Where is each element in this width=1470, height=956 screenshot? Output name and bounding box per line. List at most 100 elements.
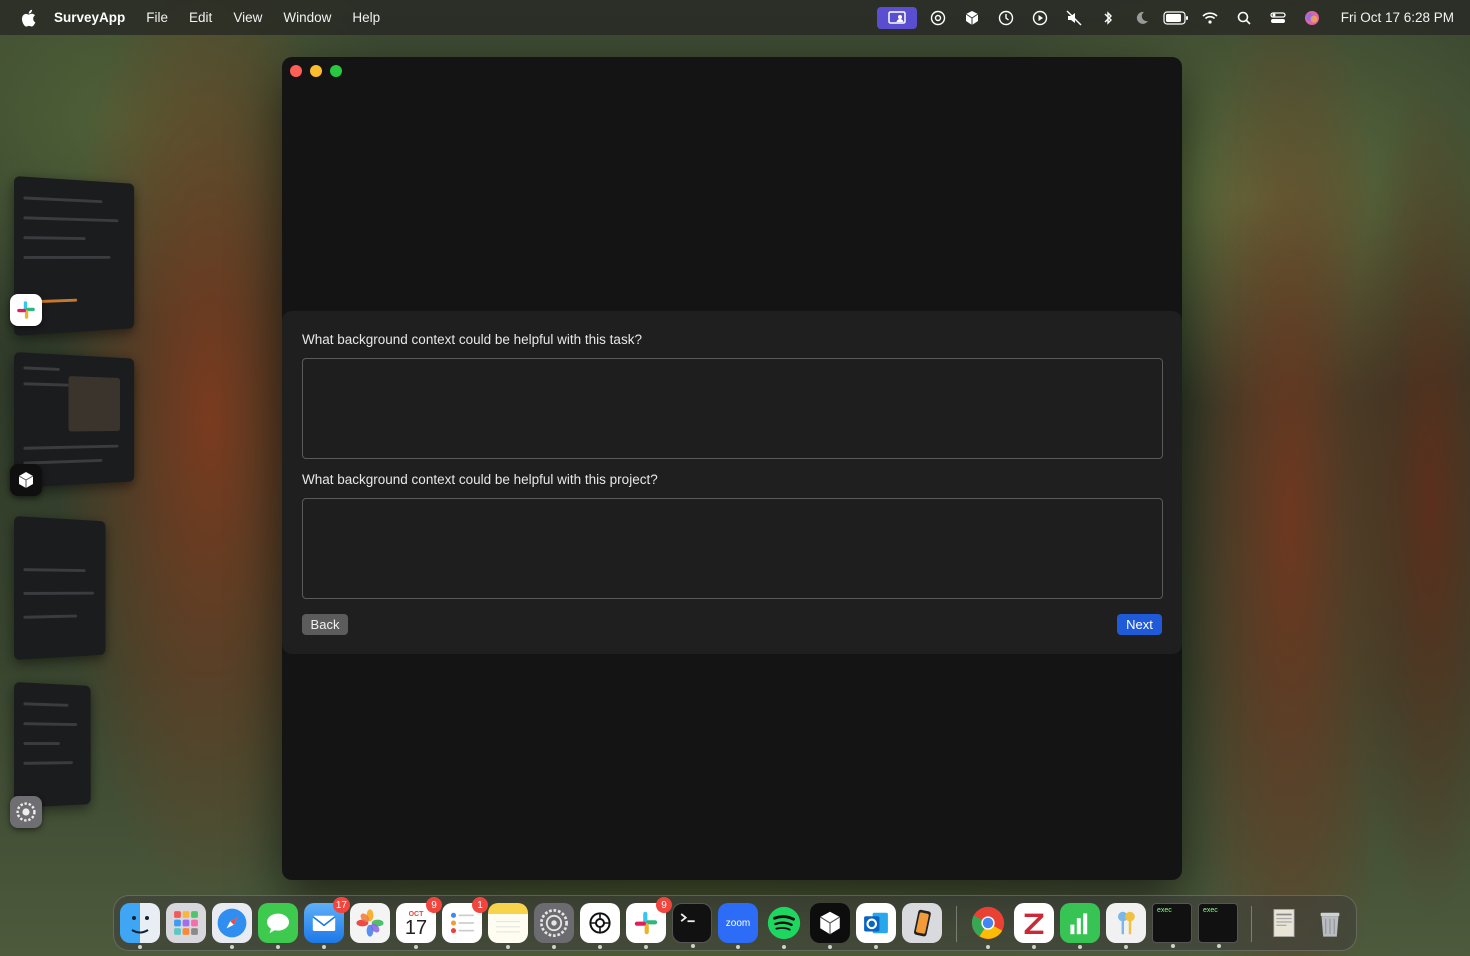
zoom-icon: zoom <box>725 917 751 929</box>
dock-item-documents[interactable] <box>1264 903 1304 943</box>
zoom-window-button[interactable] <box>330 65 342 77</box>
stage-thumbnail-dark-window[interactable] <box>14 516 106 660</box>
dock-item-messages[interactable] <box>258 903 298 949</box>
time-machine-icon[interactable] <box>989 7 1023 29</box>
running-indicator <box>138 945 142 949</box>
menu-file[interactable]: File <box>146 10 168 25</box>
exec-icon: exec <box>1203 907 1218 914</box>
search-icon[interactable] <box>1227 7 1261 29</box>
menu-view[interactable]: View <box>233 10 262 25</box>
answer-project-textarea[interactable] <box>302 498 1163 599</box>
minimize-window-button[interactable] <box>310 65 322 77</box>
survey-panel: What background context could be helpful… <box>282 311 1182 654</box>
running-indicator <box>874 945 878 949</box>
dock-item-spotify[interactable] <box>764 903 804 949</box>
cube-app-icon[interactable] <box>10 464 42 496</box>
play-circle-icon[interactable] <box>1023 7 1057 29</box>
back-button[interactable]: Back <box>302 614 348 635</box>
running-indicator <box>644 945 648 949</box>
dock-item-launchpad[interactable] <box>166 903 206 943</box>
cube-icon <box>819 911 841 935</box>
next-button[interactable]: Next <box>1117 614 1162 635</box>
dock-item-cube-app[interactable] <box>810 903 850 949</box>
dock-separator <box>1251 906 1252 942</box>
window-controls <box>290 65 342 77</box>
finder-icon <box>131 916 149 934</box>
menu-help[interactable]: Help <box>352 10 380 25</box>
dock-item-chatgpt[interactable] <box>580 903 620 949</box>
openai-icon[interactable] <box>921 7 955 29</box>
menu-bar: SurveyApp File Edit View Window Help Fri… <box>0 0 1470 35</box>
dock-separator <box>956 906 957 942</box>
running-indicator <box>230 945 234 949</box>
battery-icon[interactable] <box>1159 7 1193 29</box>
dock-item-exec-2[interactable]: exec <box>1198 903 1238 948</box>
dock-item-zoom[interactable]: zoom <box>718 903 758 949</box>
dock-item-slack[interactable]: 9 <box>626 897 672 949</box>
dock-item-system-settings[interactable] <box>534 903 574 949</box>
close-window-button[interactable] <box>290 65 302 77</box>
siri-icon[interactable] <box>1295 7 1329 29</box>
phone-icon <box>914 909 931 937</box>
dock-item-terminal[interactable] <box>672 903 712 948</box>
moon-icon[interactable] <box>1125 7 1159 29</box>
safari-icon <box>217 908 247 938</box>
dock-item-photos[interactable] <box>350 903 390 943</box>
dock-item-notes[interactable] <box>488 903 528 949</box>
control-center-icon[interactable] <box>1261 7 1295 29</box>
dock-item-exec-1[interactable]: exec <box>1152 903 1192 948</box>
outlook-icon <box>864 912 888 934</box>
gear-icon <box>540 909 568 937</box>
launchpad-icon <box>174 911 198 935</box>
calendar-badge: 9 <box>426 897 442 913</box>
bluetooth-icon[interactable] <box>1091 7 1125 29</box>
running-indicator <box>276 945 280 949</box>
running-indicator <box>506 945 510 949</box>
dock-item-iphone-mirroring[interactable] <box>902 903 942 943</box>
app-name-menu[interactable]: SurveyApp <box>54 10 125 25</box>
running-indicator <box>598 945 602 949</box>
spotify-icon <box>767 906 801 940</box>
dock-item-mail[interactable]: 17 <box>304 897 350 949</box>
stage-thumbnail-settings[interactable] <box>14 682 91 808</box>
menu-edit[interactable]: Edit <box>189 10 212 25</box>
dock-item-zotero[interactable] <box>1014 903 1054 949</box>
dock-item-safari[interactable] <box>212 903 252 949</box>
menu-window[interactable]: Window <box>283 10 331 25</box>
dock-item-chrome[interactable] <box>968 903 1008 949</box>
gear-icon[interactable] <box>10 796 42 828</box>
apple-icon[interactable] <box>20 9 36 27</box>
running-indicator <box>691 944 695 948</box>
answer-task-textarea[interactable] <box>302 358 1163 459</box>
slack-icon <box>634 911 658 935</box>
dock-item-trash[interactable] <box>1310 903 1350 943</box>
mute-icon[interactable] <box>1057 7 1091 29</box>
dock: 17 OCT 17 9 1 9 zoom exec exec <box>113 895 1357 951</box>
dock-item-finder[interactable] <box>120 903 160 949</box>
menu-clock[interactable]: Fri Oct 17 6:28 PM <box>1341 10 1454 25</box>
dock-item-calendar[interactable]: OCT 17 9 <box>396 897 442 949</box>
question-project-label: What background context could be helpful… <box>302 472 658 487</box>
cube-icon[interactable] <box>955 7 989 29</box>
messages-icon <box>266 913 290 934</box>
chart-icon <box>1070 913 1088 935</box>
mail-icon <box>312 915 336 931</box>
dock-item-outlook[interactable] <box>856 903 896 949</box>
wifi-icon[interactable] <box>1193 7 1227 29</box>
dock-item-keychain[interactable] <box>1106 903 1146 949</box>
notes-icon <box>496 921 520 933</box>
running-indicator <box>1217 944 1221 948</box>
photos-icon <box>356 909 384 937</box>
reminders-badge: 1 <box>472 897 488 913</box>
slack-icon[interactable] <box>10 294 42 326</box>
calendar-day: 17 <box>404 916 428 939</box>
keys-icon <box>1118 911 1135 935</box>
screen-share-icon[interactable] <box>876 6 917 29</box>
exec-icon: exec <box>1157 907 1172 914</box>
dock-item-numbers[interactable] <box>1060 903 1100 949</box>
survey-window: What background context could be helpful… <box>282 57 1182 880</box>
running-indicator <box>1078 945 1082 949</box>
running-indicator <box>322 945 326 949</box>
mail-badge: 17 <box>332 897 350 913</box>
dock-item-reminders[interactable]: 1 <box>442 897 488 943</box>
